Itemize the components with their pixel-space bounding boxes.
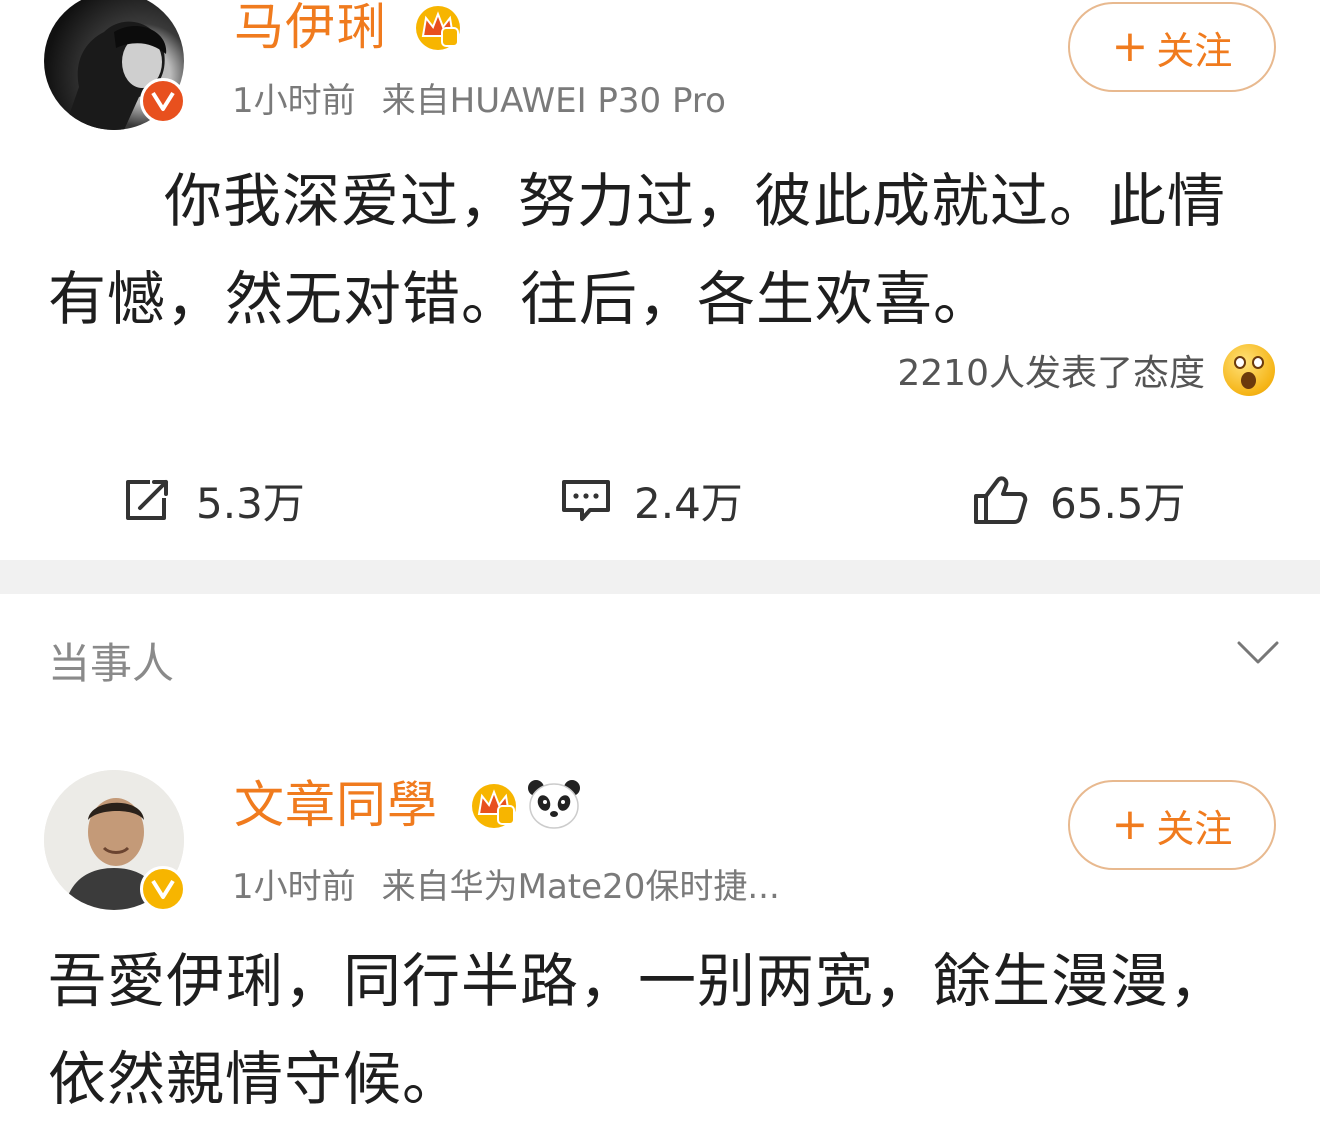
follow-label: 关注: [1156, 28, 1233, 73]
wow-emoji-icon: [1223, 344, 1275, 396]
username[interactable]: 文章同學: [234, 780, 438, 830]
post-text: 吾愛伊琍，同行半路，一别两宽，餘生漫漫， 依然親情守候。: [48, 932, 1228, 1128]
repost-count: 5.3万: [196, 478, 305, 528]
like-count: 65.5万: [1050, 478, 1186, 528]
post-text-line: 有憾，然无对错。往后，各生欢喜。: [48, 265, 993, 333]
plus-icon: +: [1111, 21, 1149, 72]
reaction-summary[interactable]: 2210人发表了态度: [897, 340, 1275, 400]
verified-badge-icon: [140, 866, 186, 912]
post-text-line: 你我深爱过，努力过，彼此成就过。此情: [164, 167, 1227, 235]
post-text-line: 吾愛伊琍，同行半路，一别两宽，餘生漫漫，: [48, 947, 1229, 1015]
reaction-text: 2210人发表了态度: [897, 353, 1205, 394]
thumbs-up-icon: [974, 476, 1028, 524]
section-title: 当事人: [48, 639, 175, 688]
like-button[interactable]: 65.5万: [972, 455, 1186, 545]
post-time: 1小时前: [232, 867, 356, 907]
follow-button[interactable]: + 关注: [1068, 780, 1276, 870]
post-meta: 1小时前 来自华为Mate20保时捷...: [232, 870, 780, 904]
post-text: 你我深爱过，努力过，彼此成就过。此情 有憾，然无对错。往后，各生欢喜。: [48, 152, 1226, 348]
follow-button[interactable]: + 关注: [1068, 2, 1276, 92]
panda-icon: [526, 778, 582, 834]
avatar[interactable]: [44, 770, 186, 912]
plus-icon: +: [1111, 799, 1149, 850]
comment-icon: [562, 480, 610, 521]
chevron-down-icon[interactable]: [1236, 638, 1280, 672]
username[interactable]: 马伊琍: [234, 2, 387, 52]
verified-badge-icon: [140, 78, 186, 124]
vip-crown-icon: [412, 2, 464, 54]
post-time: 1小时前: [232, 81, 356, 121]
repost-icon: [126, 480, 168, 520]
comment-count: 2.4万: [634, 478, 743, 528]
post-meta: 1小时前 来自HUAWEI P30 Pro: [232, 84, 726, 118]
post-source: 来自HUAWEI P30 Pro: [381, 81, 726, 121]
avatar[interactable]: [44, 0, 186, 130]
section-divider: [0, 560, 1320, 594]
comment-button[interactable]: 2.4万: [560, 455, 743, 545]
follow-label: 关注: [1156, 806, 1233, 851]
action-bar: 5.3万 2.4万 65.5万: [0, 455, 1320, 545]
post-source: 来自华为Mate20保时捷...: [381, 867, 780, 907]
post-text-line: 依然親情守候。: [48, 1045, 462, 1113]
vip-crown-icon: [468, 780, 520, 832]
repost-button[interactable]: 5.3万: [122, 455, 305, 545]
